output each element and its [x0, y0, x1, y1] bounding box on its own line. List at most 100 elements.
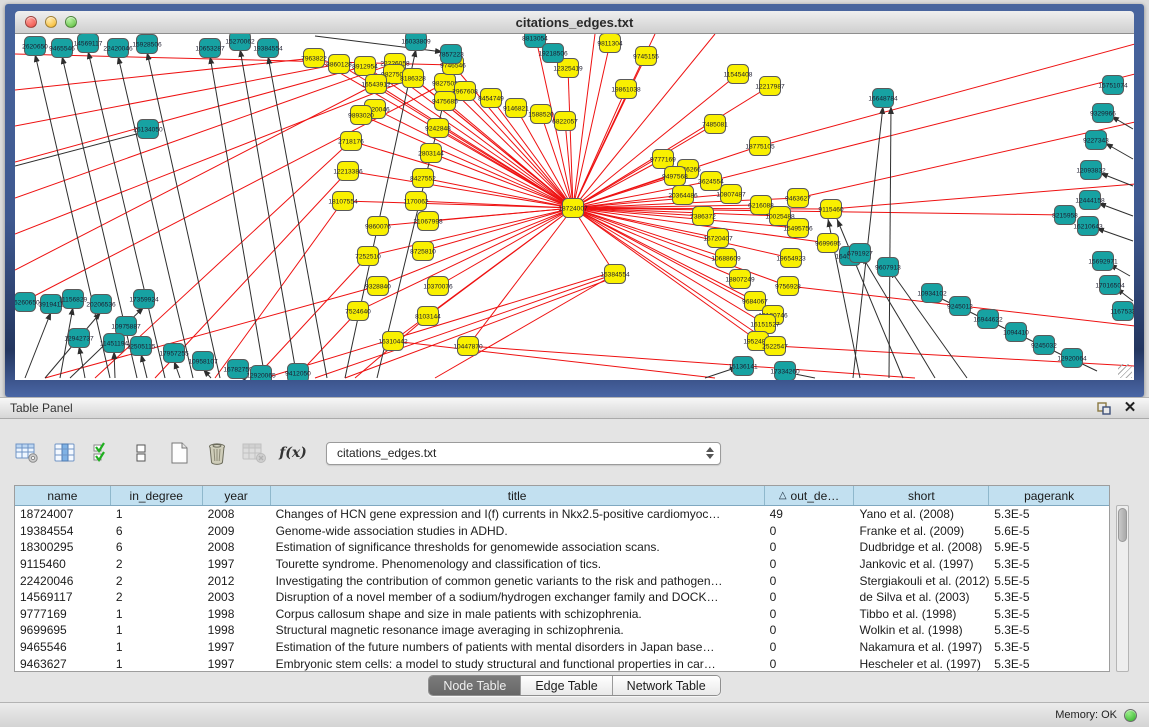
graph-node[interactable]: 10975887: [111, 317, 141, 336]
graph-node[interactable]: 9497568: [662, 167, 688, 186]
table-cell[interactable]: Dudbridge et al. (2008): [854, 540, 989, 554]
graph-node[interactable]: 9860076: [365, 217, 391, 236]
column-header-year[interactable]: year: [203, 486, 271, 505]
graph-node[interactable]: 9777169: [650, 150, 676, 169]
graph-node[interactable]: 9607913: [875, 258, 901, 277]
graph-node[interactable]: 1094410: [1003, 323, 1029, 342]
graph-node[interactable]: 10688609: [711, 249, 741, 268]
table-cell[interactable]: 5.5E-5: [989, 574, 1109, 588]
graph-node[interactable]: 17016504: [1095, 276, 1125, 295]
table-cell[interactable]: 1: [111, 607, 203, 621]
table-cell[interactable]: 0: [765, 540, 855, 554]
table-cell[interactable]: Nakamura et al. (1997): [854, 640, 989, 654]
table-cell[interactable]: Hescheler et al. (1997): [854, 657, 989, 671]
table-cell[interactable]: Yano et al. (2008): [854, 507, 989, 521]
table-cell[interactable]: 9777169: [15, 607, 111, 621]
graph-node[interactable]: 19861038: [611, 80, 641, 99]
table-cell[interactable]: 1997: [203, 640, 271, 654]
graph-node[interactable]: 12505115: [127, 337, 156, 356]
graph-node[interactable]: 2803144: [418, 144, 444, 163]
table-cell[interactable]: Stergiakouli et al. (2012): [854, 574, 989, 588]
table-cell[interactable]: Wolkin et al. (1998): [854, 623, 989, 637]
graph-node[interactable]: 3624554: [698, 172, 724, 191]
table-cell[interactable]: 0: [765, 623, 855, 637]
graph-node[interactable]: 9329966: [1090, 104, 1116, 123]
resize-grip[interactable]: [1118, 364, 1132, 378]
column-header-out_de[interactable]: △out_de…: [765, 486, 855, 505]
graph-node[interactable]: 8725810: [410, 242, 436, 261]
table-cell[interactable]: 1997: [203, 657, 271, 671]
tab-edge-table[interactable]: Edge Table: [521, 676, 612, 695]
delete-rows-trash-button[interactable]: [204, 440, 230, 466]
table-cell[interactable]: 2: [111, 590, 203, 604]
graph-node[interactable]: 7252510: [355, 247, 381, 266]
table-row[interactable]: 1830029562008Estimation of significance …: [15, 539, 1109, 556]
graph-node[interactable]: 7524640: [345, 302, 371, 321]
table-cell[interactable]: 0: [765, 590, 855, 604]
table-cell[interactable]: 1998: [203, 607, 271, 621]
table-cell[interactable]: 0: [765, 524, 855, 538]
graph-node[interactable]: 9227343: [1083, 131, 1109, 150]
table-cell[interactable]: 9463627: [15, 657, 111, 671]
table-cell[interactable]: Disruption of a novel member of a sodium…: [271, 590, 765, 604]
graph-node[interactable]: 9115460: [818, 200, 844, 219]
table-cell[interactable]: 5.3E-5: [989, 607, 1109, 621]
table-cell[interactable]: 14569117: [15, 590, 111, 604]
graph-node[interactable]: 9242848: [425, 119, 451, 138]
table-cell[interactable]: 2003: [203, 590, 271, 604]
graph-node[interactable]: 20364486: [668, 186, 698, 205]
graph-node[interactable]: 9245032: [1031, 336, 1057, 355]
window-titlebar[interactable]: citations_edges.txt: [15, 11, 1134, 34]
table-vertical-scrollbar[interactable]: [1116, 505, 1129, 672]
float-panel-icon[interactable]: [1095, 400, 1113, 416]
graph-node[interactable]: 15751074: [1098, 76, 1128, 95]
graph-node[interactable]: 9811304: [597, 34, 623, 53]
graph-node[interactable]: 21067998: [413, 212, 443, 231]
table-row[interactable]: 2242004622012Investigating the contribut…: [15, 572, 1109, 589]
table-cell[interactable]: 49: [765, 507, 855, 521]
table-cell[interactable]: 1: [111, 657, 203, 671]
graph-node-hub[interactable]: 18724007: [558, 199, 588, 218]
graph-node[interactable]: 17957255: [159, 344, 189, 363]
table-cell[interactable]: 0: [765, 657, 855, 671]
graph-node[interactable]: 2718176: [338, 132, 364, 151]
graph-node[interactable]: 10370076: [423, 277, 453, 296]
table-cell[interactable]: 1: [111, 640, 203, 654]
graph-node[interactable]: 8215958: [1052, 206, 1078, 225]
column-header-pagerank[interactable]: pagerank: [989, 486, 1109, 505]
graph-node[interactable]: 16543912: [361, 75, 391, 94]
table-cell[interactable]: Structural magnetic resonance image aver…: [271, 623, 765, 637]
table-row[interactable]: 1456911722003Disruption of a novel membe…: [15, 589, 1109, 606]
table-cell[interactable]: Genome-wide association studies in ADHD.: [271, 524, 765, 538]
graph-node[interactable]: 22420046: [103, 39, 133, 58]
table-cell[interactable]: Estimation of significance thresholds fo…: [271, 540, 765, 554]
graph-node[interactable]: 1170062: [403, 192, 429, 211]
graph-node[interactable]: 6791927: [847, 244, 873, 263]
graph-node[interactable]: 16648784: [868, 89, 898, 108]
memory-ok-indicator[interactable]: [1124, 709, 1137, 722]
graph-node[interactable]: 15692971: [1088, 252, 1118, 271]
column-header-title[interactable]: title: [271, 486, 765, 505]
table-cell[interactable]: 2008: [203, 540, 271, 554]
table-settings-button[interactable]: [14, 440, 40, 466]
graph-node[interactable]: 11156829: [59, 290, 88, 309]
table-cell[interactable]: Tibbo et al. (1998): [854, 607, 989, 621]
graph-node[interactable]: 9463627: [785, 189, 811, 208]
graph-node[interactable]: 26134050: [133, 120, 163, 139]
table-cell[interactable]: 2012: [203, 574, 271, 588]
graph-node[interactable]: 17334260: [770, 362, 800, 381]
graph-node[interactable]: 10958107: [188, 352, 218, 371]
table-row[interactable]: 911546021997Tourette syndrome. Phenomeno…: [15, 556, 1109, 573]
graph-node[interactable]: 6822057: [552, 112, 578, 131]
table-cell[interactable]: Tourette syndrome. Phenomenology and cla…: [271, 557, 765, 571]
graph-node[interactable]: 15495756: [783, 219, 813, 238]
graph-node[interactable]: 19654923: [776, 249, 806, 268]
rows-button[interactable]: [128, 440, 154, 466]
graph-node[interactable]: 8860128: [326, 55, 352, 74]
scrollbar-thumb[interactable]: [1118, 508, 1127, 542]
table-row[interactable]: 977716911998Corpus callosum shape and si…: [15, 606, 1109, 623]
table-row[interactable]: 946554611997Estimation of the future num…: [15, 639, 1109, 656]
graph-node[interactable]: 15384554: [600, 265, 630, 284]
graph-node[interactable]: 9412050: [285, 364, 311, 381]
table-cell[interactable]: 1: [111, 623, 203, 637]
